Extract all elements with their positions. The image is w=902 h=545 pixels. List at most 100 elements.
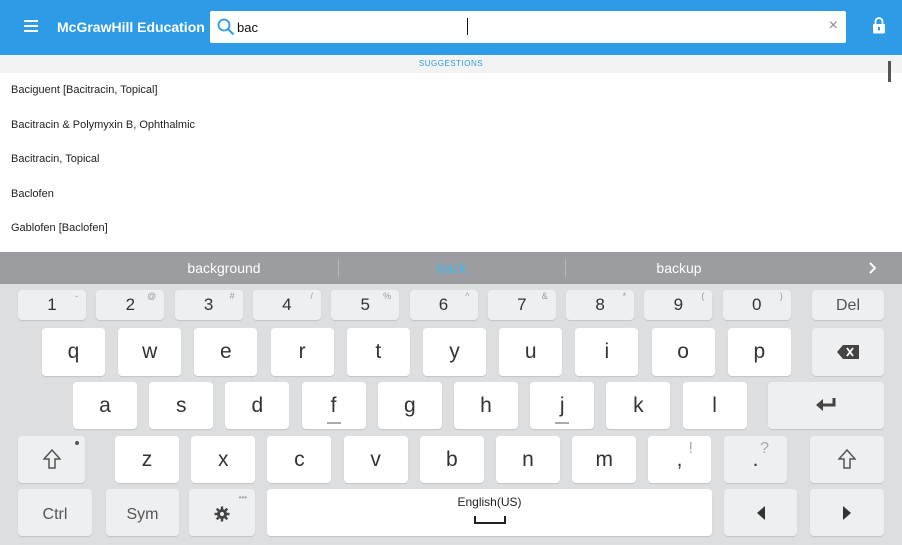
comma-key[interactable]: ,!	[648, 436, 711, 483]
key-u-label: u	[524, 340, 537, 363]
chevron-right-icon[interactable]	[864, 258, 882, 278]
key-j[interactable]: j	[530, 382, 595, 429]
key-2-label: 2	[125, 295, 136, 314]
suggestion-item[interactable]: Baciguent [Bacitracin, Topical]	[0, 73, 902, 108]
search-input[interactable]	[237, 17, 797, 37]
sym-key-label: Sym	[126, 506, 159, 523]
key-q-label: q	[67, 340, 80, 363]
key-s-label: s	[175, 394, 187, 417]
key-8[interactable]: 8 *	[566, 290, 635, 320]
search-box[interactable]: ×	[210, 11, 846, 43]
key-l[interactable]: l	[682, 382, 747, 429]
key-t-label: t	[375, 340, 382, 363]
shift-key[interactable]	[18, 436, 85, 483]
period-key[interactable]: .?	[724, 436, 787, 483]
key-0-label: 0	[751, 295, 762, 314]
key-h[interactable]: h	[454, 382, 518, 429]
key-v[interactable]: v	[343, 436, 408, 483]
text-cursor	[467, 18, 468, 35]
key-4[interactable]: 4/	[252, 290, 321, 320]
prediction-background[interactable]: background	[110, 252, 338, 284]
key-g[interactable]: g	[377, 382, 442, 429]
space-bar[interactable]: English(US)	[267, 489, 712, 536]
backspace-icon	[837, 345, 859, 359]
key-t[interactable]: t	[346, 328, 410, 376]
key-p[interactable]: p	[727, 328, 791, 376]
key-9[interactable]: 9(	[644, 290, 713, 320]
space-icon	[473, 516, 506, 524]
key-s[interactable]: s	[149, 382, 214, 429]
key-1-label: 1	[47, 295, 57, 314]
key-6-label: 6	[438, 295, 449, 314]
key-7-label: 7	[517, 295, 527, 314]
key-e[interactable]: e	[194, 328, 258, 376]
key-i[interactable]: i	[575, 328, 639, 376]
key-j-label: j	[559, 394, 565, 417]
key-6[interactable]: 6 ^	[409, 290, 478, 320]
shift-icon	[41, 448, 62, 469]
key-alt-label: /	[310, 291, 313, 301]
prediction-backup[interactable]: backup	[565, 252, 793, 284]
suggestion-item[interactable]: Bacitracin & Polymyxin B, Ophthalmic	[0, 108, 902, 143]
key-o[interactable]: o	[651, 328, 715, 376]
key-b[interactable]: b	[419, 436, 484, 483]
sym-key[interactable]: Sym	[106, 489, 179, 536]
key-a[interactable]: a	[73, 382, 137, 429]
key-1[interactable]: 1-	[18, 290, 86, 320]
left-arrow-key[interactable]	[724, 489, 797, 536]
key-4-label: 4	[282, 295, 292, 314]
key-d-label: d	[251, 394, 264, 417]
key-p-label: p	[753, 340, 766, 363]
key-k[interactable]: k	[606, 382, 671, 429]
shift-key-right[interactable]	[810, 436, 884, 483]
key-f[interactable]: f	[301, 382, 366, 429]
prediction-bar: background back backup	[0, 252, 902, 284]
key-8-label: 8	[595, 295, 605, 314]
key-r[interactable]: r	[270, 328, 334, 376]
enter-key[interactable]	[768, 382, 884, 429]
close-icon[interactable]: ×	[829, 17, 838, 35]
key-2[interactable]: 2 @	[96, 290, 165, 320]
more-options-icon: •••	[238, 493, 247, 502]
key-x[interactable]: x	[191, 436, 256, 483]
shift-icon	[837, 448, 857, 469]
key-z[interactable]: z	[115, 436, 179, 483]
key-alt-label: -	[75, 291, 78, 301]
key-3[interactable]: 3 #	[174, 290, 243, 320]
key-n[interactable]: n	[496, 436, 560, 483]
hamburger-menu-icon[interactable]	[24, 20, 38, 34]
backspace-key[interactable]	[812, 328, 884, 376]
key-alt-label: )	[779, 291, 783, 301]
key-7[interactable]: 7 &	[487, 290, 556, 320]
delete-key[interactable]: Del	[812, 290, 884, 320]
key-w[interactable]: w	[118, 328, 182, 376]
suggestion-item[interactable]: Bacitracin, Topical	[0, 142, 902, 177]
key-0[interactable]: 0)	[722, 290, 791, 320]
settings-key[interactable]: •••	[189, 489, 255, 536]
lock-icon[interactable]	[872, 17, 886, 34]
key-q[interactable]: q	[42, 328, 105, 376]
key-o-label: o	[677, 340, 689, 363]
app-bar: McGrawHill Education ×	[0, 0, 902, 55]
suggestion-item[interactable]: Gablofen [Baclofen]	[0, 211, 902, 246]
ctrl-key-label: Ctrl	[42, 506, 68, 523]
key-u[interactable]: u	[499, 328, 563, 376]
key-5-label: 5	[360, 295, 370, 314]
key-y[interactable]: y	[423, 328, 486, 376]
suggestion-item[interactable]: Baclofen	[0, 177, 902, 212]
right-arrow-key[interactable]	[810, 489, 884, 536]
key-c-label: c	[294, 448, 305, 471]
key-5[interactable]: 5%	[331, 290, 400, 320]
key-alt-label: &	[541, 291, 548, 301]
scrollbar[interactable]	[888, 61, 891, 82]
key-d[interactable]: d	[225, 382, 290, 429]
key-c[interactable]: c	[267, 436, 332, 483]
key-3-label: 3	[203, 295, 214, 314]
key-m[interactable]: m	[572, 436, 637, 483]
key-alt-label: ^	[465, 291, 470, 301]
ctrl-key[interactable]: Ctrl	[18, 489, 92, 536]
key-alt-label: *	[622, 291, 627, 301]
arrow-right-icon	[843, 506, 851, 520]
prediction-back[interactable]: back	[338, 252, 565, 284]
key-i-label: i	[604, 340, 610, 363]
